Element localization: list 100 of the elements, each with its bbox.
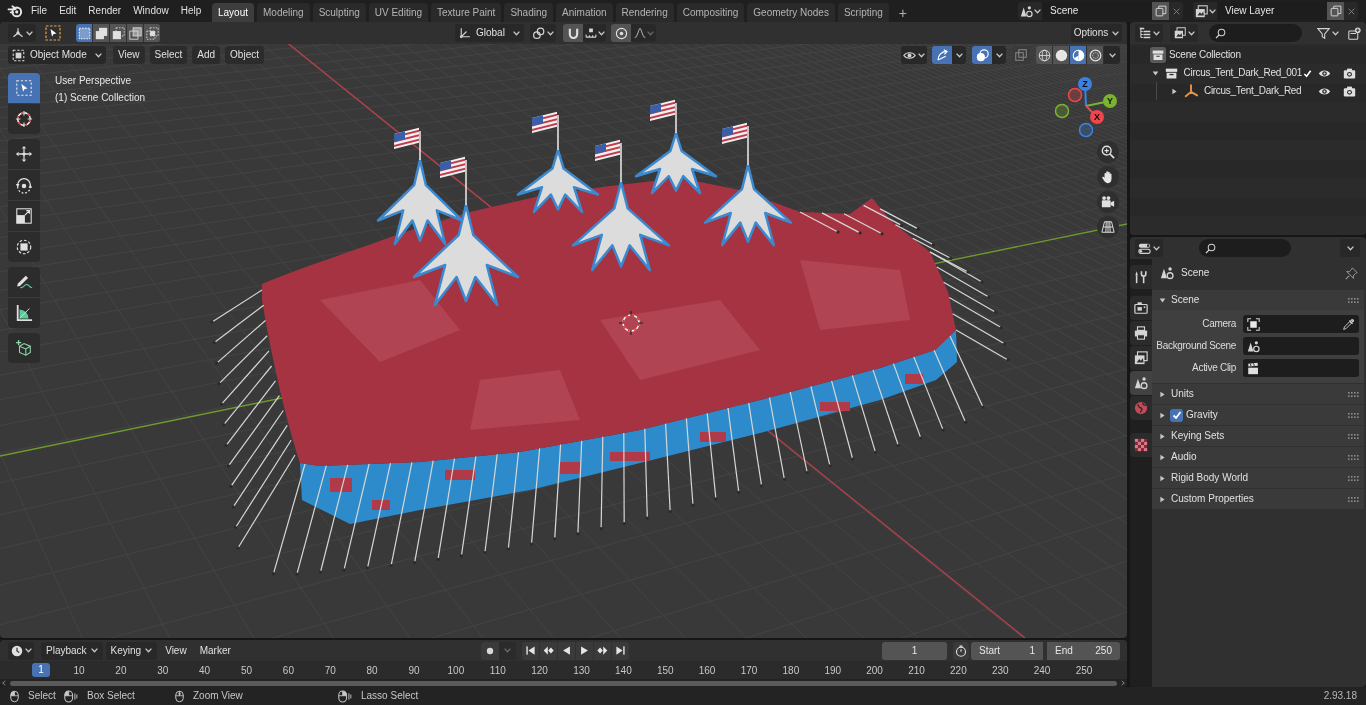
clip-field[interactable] [1243,359,1359,377]
close-button[interactable] [1169,2,1183,20]
workspace-tab[interactable]: Texture Paint [431,3,502,22]
workspace-tab[interactable]: Compositing [676,3,745,22]
editor-type-button[interactable] [8,24,36,42]
eyedropper-icon[interactable] [1342,317,1355,331]
workspace-tab[interactable]: Modeling [257,3,310,22]
falloff-dropdown[interactable] [631,24,656,42]
menu-item[interactable]: View [160,641,192,660]
selection-mode-button[interactable] [110,24,127,42]
properties-tab[interactable] [1130,296,1152,320]
close-button[interactable] [1344,2,1358,20]
panel-header[interactable]: Custom Properties [1152,489,1364,509]
gizmo-toggle[interactable] [932,46,952,64]
workspace-tab[interactable]: Layout [212,3,255,22]
disclosure-triangle-icon[interactable] [1151,69,1159,77]
shading-dropdown[interactable] [1104,46,1120,64]
tree-item-label[interactable]: Circus_Tent_Dark_Red [1204,86,1302,96]
previous-keyframe-button[interactable] [540,641,557,660]
workspace-tab[interactable]: Shading [504,3,554,22]
xray-toggle[interactable] [1012,46,1030,64]
display-mode-dropdown[interactable] [1170,24,1198,42]
workspace-tab[interactable]: UV Editing [368,3,428,22]
shading-mode-button[interactable] [1053,46,1070,64]
timeline-scrollbar[interactable] [10,680,1117,686]
search-field[interactable] [1209,24,1302,42]
panel-header[interactable]: Audio [1152,447,1364,467]
camera-view-button[interactable] [1097,191,1119,213]
disclosure-triangle-icon[interactable] [1159,453,1166,461]
tree-item-label[interactable]: Circus_Tent_Dark_Red_001 [1183,68,1302,78]
editor-type-button[interactable] [1135,239,1163,257]
snap-toggle[interactable] [563,24,583,42]
orientation-dropdown[interactable]: Global [455,24,524,42]
jump-to-end-button[interactable] [612,641,629,660]
current-frame-field[interactable]: 1 [882,641,947,660]
zoom-button[interactable] [1097,141,1119,163]
disclosure-triangle-icon[interactable] [1159,411,1166,419]
end-frame-field[interactable]: End 250 [1047,641,1120,660]
disclosure-triangle-icon[interactable] [1159,432,1166,440]
view-layer-browse-button[interactable] [1193,2,1217,20]
menu-item[interactable]: Edit [53,2,83,20]
menu-item[interactable]: Marker [194,641,236,660]
editor-type-button[interactable] [8,641,34,660]
play-button[interactable] [576,641,593,660]
negative-x-axis-handle[interactable] [1067,87,1083,103]
menu-item[interactable]: View [113,46,145,64]
menu-dropdown[interactable]: Keying [105,641,158,660]
disclosure-triangle-icon[interactable] [1159,390,1166,398]
pin-icon[interactable] [1345,266,1358,280]
mode-dropdown[interactable]: Object Mode [8,46,106,64]
disclosure-triangle-icon[interactable] [1159,296,1166,304]
tool-button[interactable] [8,267,40,297]
tree-item-label[interactable]: Scene Collection [1169,50,1241,60]
tool-button[interactable] [8,139,40,169]
options-dropdown[interactable] [1340,239,1360,257]
tool-button[interactable] [8,298,40,328]
tool-button[interactable] [8,104,40,134]
disclosure-triangle-icon[interactable] [1159,474,1166,482]
workspace-tab[interactable]: Animation [556,3,613,22]
selection-mode-button[interactable] [76,24,93,42]
menu-item[interactable]: Window [127,2,175,20]
panel-header[interactable]: Rigid Body World [1152,468,1364,488]
disclosure-triangle-icon[interactable] [1170,87,1178,95]
jump-to-start-button[interactable] [522,641,539,660]
shading-mode-button[interactable] [1036,46,1053,64]
gizmo-dropdown[interactable] [952,46,966,64]
menu-item[interactable]: Help [174,2,208,20]
negative-y-axis-handle[interactable] [1054,103,1070,119]
menu-item[interactable]: Select [149,46,188,64]
next-keyframe-button[interactable] [594,641,611,660]
checkbox[interactable] [1170,408,1183,422]
properties-tab[interactable] [1130,265,1152,289]
menu-item[interactable]: Object [225,46,264,64]
menu-dropdown[interactable]: Playback [41,641,103,660]
duplicate-button[interactable] [1152,2,1169,20]
properties-tab[interactable] [1130,433,1152,457]
snap-target-dropdown[interactable] [583,24,606,42]
play-reverse-button[interactable] [558,641,575,660]
workspace-tab[interactable]: Rendering [615,3,674,22]
visibility-dropdown[interactable] [901,46,927,64]
camera-field[interactable] [1243,315,1359,333]
scene-field[interactable] [1243,337,1359,355]
overlay-toggle[interactable] [972,46,992,64]
menu-item[interactable]: File [25,2,54,20]
tool-button[interactable] [8,232,40,262]
selection-mode-button[interactable] [144,24,161,42]
menu-item[interactable]: Render [82,2,128,20]
properties-tab[interactable] [1130,346,1152,370]
add-workspace-button[interactable]: + [894,3,911,22]
perspective-toggle-button[interactable] [1097,216,1119,238]
panel-header[interactable]: Gravity [1152,405,1364,425]
options-dropdown[interactable]: Options [1071,24,1122,42]
panel-header[interactable]: Units [1152,384,1364,404]
new-collection-button[interactable] [1346,24,1362,42]
editor-type-button[interactable] [1135,24,1163,42]
shading-mode-button[interactable] [1070,46,1087,64]
negative-z-axis-handle[interactable] [1078,122,1094,138]
z-axis-handle[interactable]: Z [1078,77,1092,107]
tool-button[interactable] [8,201,40,231]
properties-tab[interactable] [1130,321,1152,345]
